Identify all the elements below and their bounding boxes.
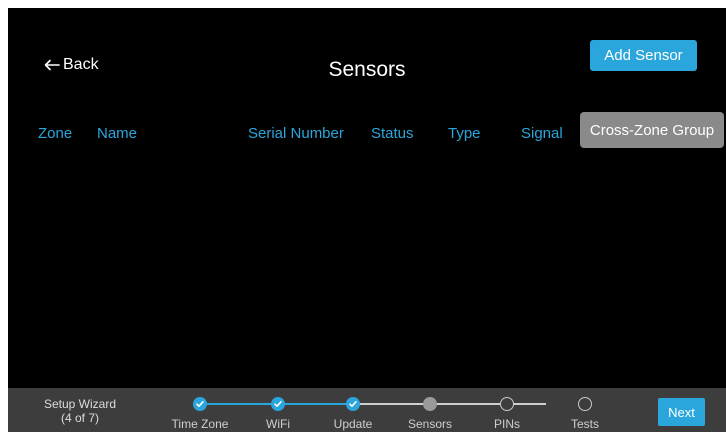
sensors-screen: Back Sensors Add Sensor Zone Name Serial… xyxy=(8,8,726,432)
column-header-zone: Zone xyxy=(38,125,73,142)
sensor-list xyxy=(8,153,726,383)
column-header-name: Name xyxy=(97,125,138,142)
check-icon xyxy=(349,401,357,407)
step-node-wifi xyxy=(271,397,285,411)
column-header-type: Type xyxy=(448,125,481,142)
step-node-tests xyxy=(578,397,592,411)
wizard-progress: (4 of 7) xyxy=(60,411,99,425)
step-label-update: Update xyxy=(333,417,373,431)
cross-zone-group-button[interactable]: Cross-Zone Group xyxy=(580,112,724,148)
next-button[interactable]: Next xyxy=(658,398,705,426)
setup-wizard-bar: Setup Wizard (4 of 7) Time Zone WiFi Upd… xyxy=(8,388,726,432)
step-label-time-zone: Time Zone xyxy=(171,417,229,431)
column-header-status: Status xyxy=(371,125,414,142)
add-sensor-button[interactable]: Add Sensor xyxy=(590,40,697,71)
step-node-pins xyxy=(500,397,514,411)
step-node-update xyxy=(346,397,360,411)
step-node-time-zone xyxy=(193,397,207,411)
check-icon xyxy=(196,401,204,407)
wizard-title: Setup Wizard xyxy=(43,397,117,411)
step-label-pins: PINs xyxy=(493,417,521,431)
column-header-serial-number: Serial Number xyxy=(248,125,344,142)
column-header-signal: Signal xyxy=(521,125,563,142)
step-label-wifi: WiFi xyxy=(266,417,290,431)
step-label-tests: Tests xyxy=(570,417,600,431)
check-icon xyxy=(274,401,282,407)
wizard-status: Setup Wizard (4 of 7) xyxy=(26,397,134,425)
step-node-sensors xyxy=(423,397,437,411)
step-label-sensors: Sensors xyxy=(407,417,453,431)
